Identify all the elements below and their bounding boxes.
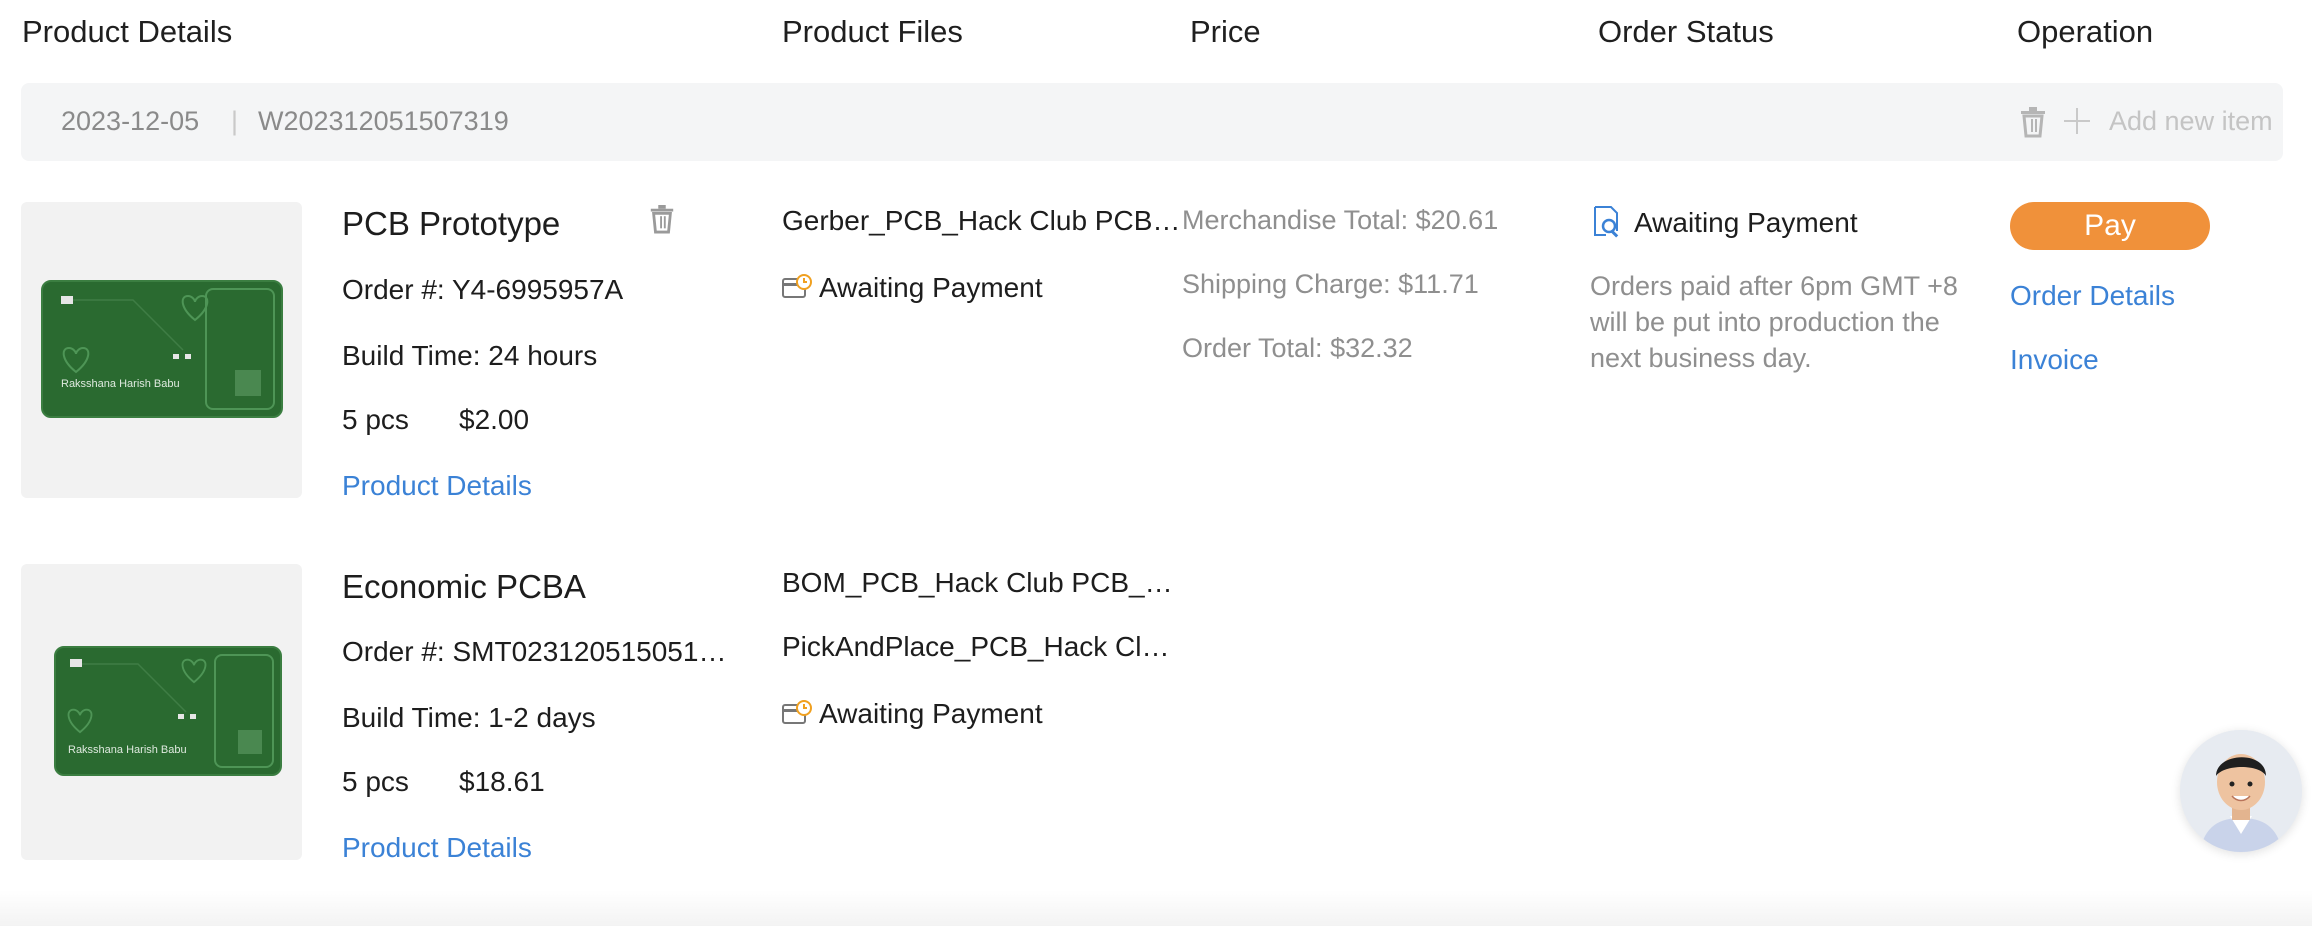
pcba-board-image: Raksshana Harish Babu xyxy=(54,646,282,776)
file-name-pick-and-place[interactable]: PickAndPlace_PCB_Hack Cl… xyxy=(782,631,1182,663)
order-number-line: Order #: SMT0231205150513… xyxy=(342,636,742,667)
quantity: 5 pcs xyxy=(342,766,409,797)
awaiting-payment-icon xyxy=(782,700,812,733)
order-total: Order Total: $32.32 xyxy=(1182,333,1413,363)
col-header-product-files: Product Files xyxy=(782,14,963,49)
status-note-line-2: will be put into production the xyxy=(1590,307,1940,337)
product-title: PCB Prototype xyxy=(342,205,561,242)
product-image-pcb-prototype: Raksshana Harish Babu xyxy=(21,202,302,498)
file-status: Awaiting Payment xyxy=(819,698,1043,729)
col-header-order-status: Order Status xyxy=(1598,14,1774,49)
invoice-link[interactable]: Invoice xyxy=(2010,344,2099,376)
bottom-edge xyxy=(0,890,2312,926)
product-details-link[interactable]: Product Details xyxy=(342,832,532,864)
quantity: 5 pcs xyxy=(342,404,409,435)
unit-price: $18.61 xyxy=(459,766,545,797)
product-image-economic-pcba: Raksshana Harish Babu xyxy=(21,564,302,860)
orders-table: Product Details Product Files Price Orde… xyxy=(0,0,2312,926)
order-number: W202312051507319 xyxy=(258,106,509,136)
order-number-line: Order #: Y4-6995957A xyxy=(342,274,624,305)
col-header-operation: Operation xyxy=(2017,14,2154,49)
col-header-product-details: Product Details xyxy=(22,14,233,49)
col-header-price: Price xyxy=(1190,14,1261,49)
add-item-plus-icon[interactable] xyxy=(2062,106,2092,141)
pcba-silkscreen-text: Raksshana Harish Babu xyxy=(68,744,187,756)
file-name-bom[interactable]: BOM_PCB_Hack Club PCB_… xyxy=(782,567,1182,599)
add-new-item-link[interactable]: Add new item xyxy=(2109,106,2273,137)
file-name-gerber[interactable]: Gerber_PCB_Hack Club PCB… xyxy=(782,205,1182,237)
unit-price: $2.00 xyxy=(459,404,530,435)
pay-button[interactable]: Pay xyxy=(2010,202,2210,250)
order-separator: | xyxy=(231,106,239,136)
awaiting-payment-icon xyxy=(782,274,812,307)
delete-order-icon[interactable] xyxy=(2018,106,2048,143)
build-time: Build Time: 1-2 days xyxy=(342,702,596,733)
order-details-link[interactable]: Order Details xyxy=(2010,280,2175,312)
file-status: Awaiting Payment xyxy=(819,272,1043,303)
pcb-board-image: Raksshana Harish Babu xyxy=(41,280,283,418)
product-title: Economic PCBA xyxy=(342,568,586,605)
order-status-search-icon xyxy=(1592,205,1622,244)
pcb-silkscreen-text: Raksshana Harish Babu xyxy=(61,378,180,390)
product-details-link[interactable]: Product Details xyxy=(342,470,532,502)
build-time: Build Time: 24 hours xyxy=(342,340,598,371)
delete-item-icon[interactable] xyxy=(648,204,676,239)
order-date: 2023-12-05 xyxy=(61,106,200,136)
order-status-label: Awaiting Payment xyxy=(1634,207,1858,238)
status-note-line-3: next business day. xyxy=(1590,343,1812,373)
shipping-charge: Shipping Charge: $11.71 xyxy=(1182,269,1479,299)
support-chat-avatar[interactable] xyxy=(2180,730,2302,852)
status-note-line-1: Orders paid after 6pm GMT +8 xyxy=(1590,271,1958,301)
merchandise-total: Merchandise Total: $20.61 xyxy=(1182,205,1499,235)
